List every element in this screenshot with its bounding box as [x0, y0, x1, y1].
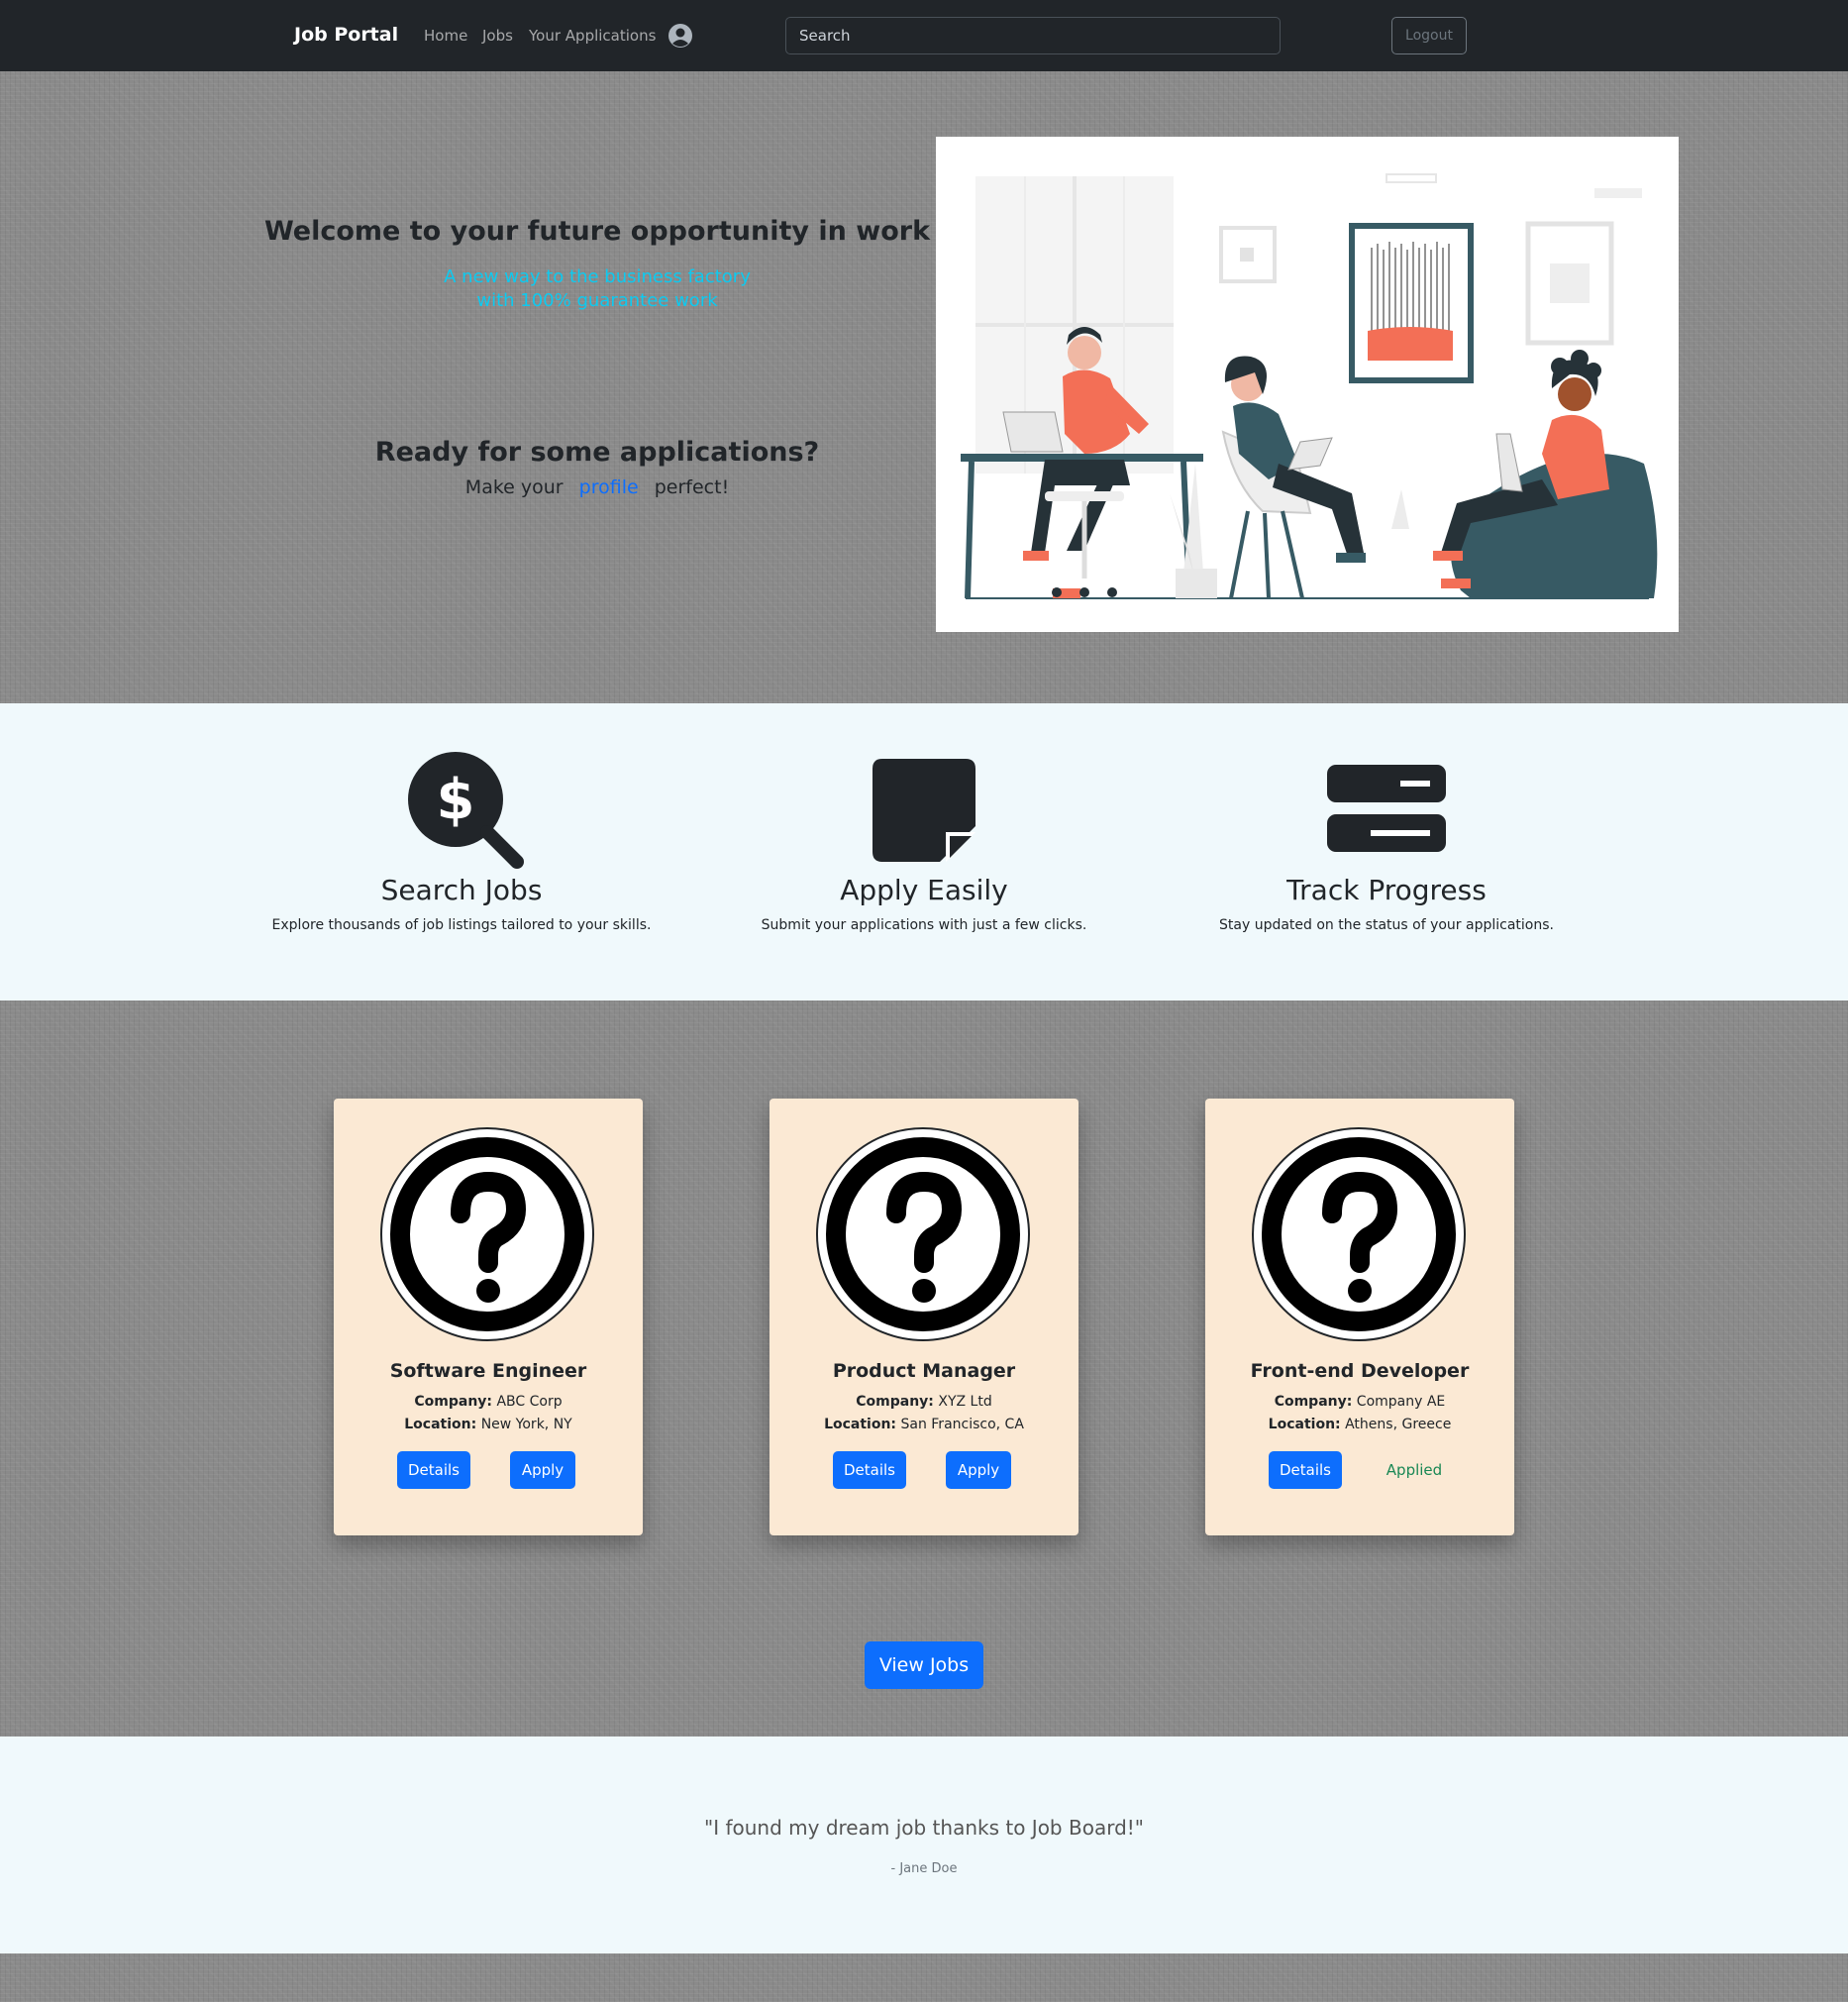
nav-jobs-link[interactable]: Jobs: [482, 27, 513, 45]
svg-text:$: $: [437, 768, 475, 832]
question-mark-icon: [1251, 1126, 1467, 1342]
location-label: Location:: [824, 1417, 897, 1432]
hero-subtitle-line2: with 100% guarantee work: [476, 290, 718, 311]
feature-description: Stay updated on the status of your appli…: [1219, 917, 1554, 933]
view-jobs-button[interactable]: View Jobs: [865, 1641, 983, 1689]
feature-title: Track Progress: [1286, 874, 1487, 906]
hero-illustration: [936, 137, 1679, 632]
job-company: Company: XYZ Ltd: [770, 1394, 1078, 1410]
feature-description: Explore thousands of job listings tailor…: [271, 917, 652, 933]
applied-status: Applied: [1386, 1461, 1443, 1479]
hero-title: Welcome to your future opportunity in wo…: [263, 216, 931, 247]
job-card: Product Manager Company: XYZ Ltd Locatio…: [770, 1099, 1078, 1535]
testimonial-section: "I found my dream job thanks to Job Boar…: [0, 1737, 1848, 1953]
job-location: Location: New York, NY: [334, 1417, 643, 1432]
job-location: Location: San Francisco, CA: [770, 1417, 1078, 1432]
feature-title: Search Jobs: [380, 874, 543, 906]
job-card: Front-end Developer Company: Company AE …: [1205, 1099, 1514, 1535]
company-label: Company:: [1274, 1394, 1353, 1410]
location-value: Athens, Greece: [1345, 1417, 1452, 1432]
hero-cta-line: Make your profile perfect!: [327, 476, 868, 498]
testimonial-quote: "I found my dream job thanks to Job Boar…: [704, 1816, 1144, 1840]
question-mark-icon: [815, 1126, 1031, 1342]
hero-question: Ready for some applications?: [374, 437, 820, 468]
job-card: Software Engineer Company: ABC Corp Loca…: [334, 1099, 643, 1535]
job-title: Front-end Developer: [1250, 1360, 1470, 1382]
job-location: Location: Athens, Greece: [1205, 1417, 1514, 1432]
apply-button[interactable]: Apply: [510, 1451, 575, 1489]
location-value: San Francisco, CA: [900, 1417, 1024, 1432]
hero-subtitle-line1: A new way to the business factory: [444, 266, 751, 287]
location-value: New York, NY: [480, 1417, 572, 1432]
testimonial-author: - Jane Doe: [890, 1861, 958, 1876]
company-value: Company AE: [1356, 1394, 1446, 1410]
details-button[interactable]: Details: [397, 1451, 470, 1489]
job-company: Company: ABC Corp: [334, 1394, 643, 1410]
nav-home-link[interactable]: Home: [424, 27, 467, 45]
details-button[interactable]: Details: [1269, 1451, 1342, 1489]
brand-link[interactable]: Job Portal: [294, 24, 398, 46]
company-label: Company:: [856, 1394, 934, 1410]
job-title: Software Engineer: [389, 1360, 587, 1382]
job-title: Product Manager: [832, 1360, 1016, 1382]
feature-description: Submit your applications with just a few…: [761, 917, 1087, 933]
hero-cta-suffix: perfect!: [654, 476, 730, 498]
search-dollar-icon: $: [214, 747, 709, 870]
user-circle-icon[interactable]: [667, 23, 693, 49]
features-section: $ Search Jobs Explore thousands of job l…: [0, 703, 1848, 1001]
nav-applications-link[interactable]: Your Applications: [529, 27, 656, 45]
details-button[interactable]: Details: [833, 1451, 906, 1489]
apply-button[interactable]: Apply: [946, 1451, 1011, 1489]
logout-button[interactable]: Logout: [1391, 17, 1467, 54]
navbar: Job Portal Home Jobs Your Applications L…: [0, 0, 1848, 71]
job-company: Company: Company AE: [1205, 1394, 1514, 1410]
company-label: Company:: [414, 1394, 493, 1410]
sticky-note-icon: [676, 747, 1172, 870]
question-mark-icon: [379, 1126, 595, 1342]
profile-link[interactable]: profile: [579, 476, 639, 498]
server-icon: [1139, 747, 1634, 870]
hero-cta-prefix: Make your: [464, 476, 564, 498]
hero-subtitle: A new way to the business factory with 1…: [416, 265, 778, 313]
company-value: XYZ Ltd: [938, 1394, 992, 1410]
location-label: Location:: [404, 1417, 477, 1432]
search-input[interactable]: [785, 17, 1281, 54]
company-value: ABC Corp: [496, 1394, 563, 1410]
feature-title: Apply Easily: [840, 874, 1008, 906]
location-label: Location:: [1268, 1417, 1341, 1432]
